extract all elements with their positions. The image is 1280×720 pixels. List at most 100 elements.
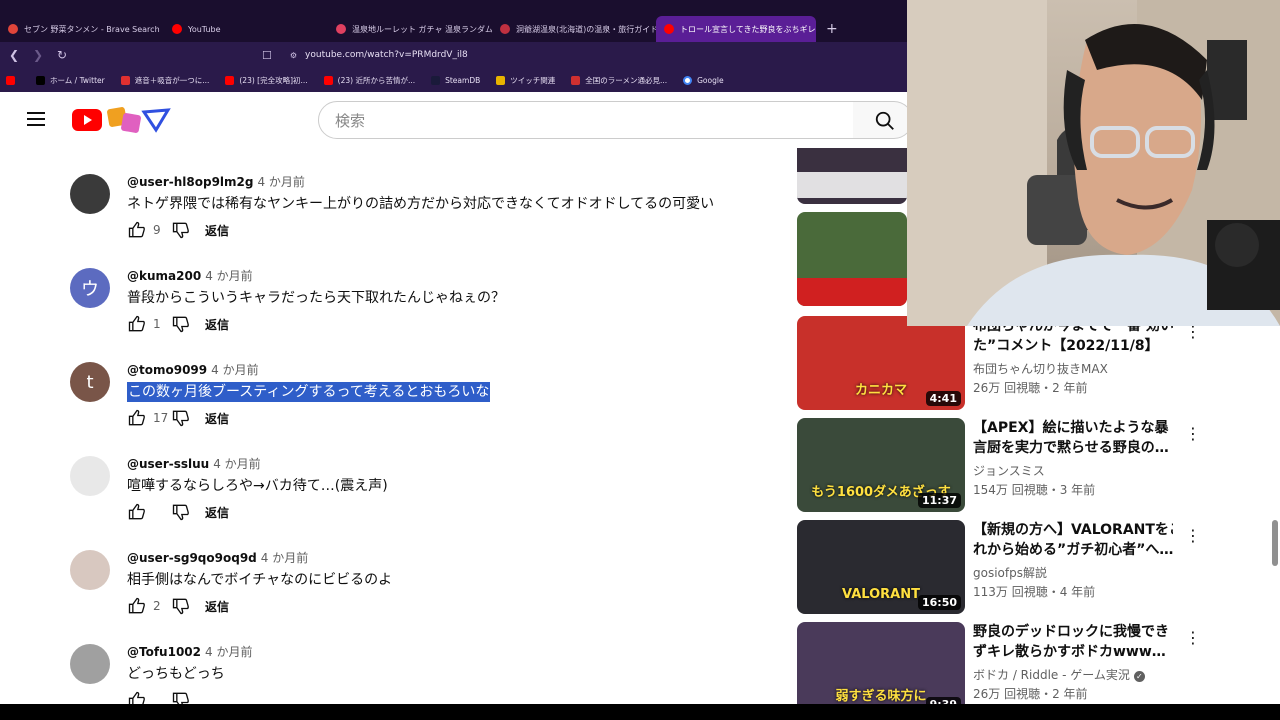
video-title-line1[interactable]: 野良のデッドロックに我慢でき [973, 622, 1173, 642]
video-title-line1[interactable]: 【APEX】絵に描いたような暴 [973, 418, 1173, 438]
commenter-avatar[interactable]: t [70, 362, 110, 402]
comment-time[interactable]: 4 か月前 [213, 457, 260, 471]
forward-icon[interactable]: ❯ [28, 48, 48, 62]
video-title-line2[interactable]: ずキレ散らかすボドカwww… [973, 642, 1173, 662]
video-duration: 4:41 [925, 391, 961, 406]
more-actions-icon[interactable]: ⋮ [1185, 526, 1201, 545]
like-icon[interactable] [127, 596, 147, 616]
reply-button[interactable]: 返信 [205, 598, 229, 615]
comment-time[interactable]: 4 か月前 [205, 645, 252, 659]
related-video-partial-1[interactable] [797, 148, 907, 204]
comment-author[interactable]: @user-ssluu [127, 457, 209, 471]
bookmark-google[interactable]: Google [683, 75, 724, 85]
bottom-black-bar [0, 704, 1280, 720]
video-channel[interactable]: gosiofps解説 [973, 564, 1173, 581]
tab-active-video[interactable]: トロール宣言してきた野良をぶちギレ ✕ [656, 16, 816, 42]
youtube-logo[interactable] [72, 106, 172, 134]
search-input[interactable]: 検索 [318, 101, 854, 139]
like-icon[interactable] [127, 314, 147, 334]
related-video-partial-2[interactable] [797, 212, 907, 306]
like-icon[interactable] [127, 220, 147, 240]
channel-name[interactable]: ボドカ / Riddle - ゲーム実況 [973, 668, 1130, 682]
site-settings-icon[interactable]: ⚙ [290, 51, 297, 60]
like-icon[interactable] [127, 502, 147, 522]
comment-actions: 2 返信 [127, 594, 229, 618]
bookmark-video-2[interactable]: (23) 近所から苦情が... [323, 75, 415, 86]
video-channel[interactable]: 布団ちゃん切り抜きMAX [973, 360, 1173, 377]
comment-time[interactable]: 4 か月前 [257, 175, 304, 189]
comment-author[interactable]: @Tofu1002 [127, 645, 201, 659]
related-video-item[interactable]: もう1600ダメあざっす 11:37 【APEX】絵に描いたような暴 言厨を実力で黙ら… [797, 418, 1217, 512]
video-title-line2[interactable]: た”コメント【2022/11/8】 [973, 336, 1173, 356]
hamburger-menu-icon[interactable] [27, 112, 45, 126]
video-channel[interactable]: ボドカ / Riddle - ゲーム実況 ✓ [973, 666, 1173, 683]
dislike-icon[interactable] [171, 502, 191, 522]
channel-name[interactable]: ジョンスミス [973, 464, 1045, 478]
video-thumbnail[interactable]: 弱すぎる味方に9:39 [797, 622, 965, 716]
commenter-avatar[interactable] [70, 644, 110, 684]
comment-author[interactable]: @user-hl8op9lm2g [127, 175, 253, 189]
bookmark-soundproof[interactable]: 遮音＋吸音が一つに... [120, 75, 209, 86]
youtube-favicon-icon [172, 24, 182, 34]
video-title-line1[interactable]: 【新規の方へ】VALORANTをこ [973, 520, 1173, 540]
video-title-line2[interactable]: 言厨を実力で黙らせる野良の… [973, 438, 1173, 458]
dislike-icon[interactable] [171, 408, 191, 428]
tab-label: セブン 野菜タンメン - Brave Search [24, 24, 160, 34]
video-thumbnail[interactable]: VALORANT 16:50 [797, 520, 965, 614]
tab-youtube[interactable]: YouTube [164, 16, 328, 42]
steamdb-favicon-icon [431, 75, 441, 85]
commenter-avatar[interactable] [70, 174, 110, 214]
comment-author[interactable]: @user-sg9qo9oq9d [127, 551, 257, 565]
bookmark-ramen[interactable]: 全国のラーメン通必見... [571, 75, 667, 86]
dislike-icon[interactable] [171, 314, 191, 334]
more-actions-icon[interactable]: ⋮ [1185, 424, 1201, 443]
like-icon[interactable] [127, 408, 147, 428]
video-title-line2[interactable]: れから始める”ガチ初心者”へ… [973, 540, 1173, 560]
comment-text: 相手側はなんでボイチャなのにビビるのよ [127, 572, 393, 588]
commenter-avatar[interactable]: ウ [70, 268, 110, 308]
commenter-avatar[interactable] [70, 456, 110, 496]
bookmark-icon[interactable]: ☐ [262, 49, 272, 62]
bookmark-steamdb[interactable]: SteamDB [431, 75, 480, 85]
address-bar: ❮ ❯ ↻ ☐ ⚙ youtube.com/watch?v=PRMdrdV_il… [0, 42, 907, 68]
new-tab-icon[interactable]: + [826, 21, 838, 37]
channel-name[interactable]: 布団ちゃん切り抜きMAX [973, 362, 1108, 376]
tab-toya-onsen[interactable]: 洞爺湖温泉(北海道)の温泉・旅行ガイド [492, 16, 656, 42]
bookmark-twitter[interactable]: ホーム / Twitter [36, 75, 105, 86]
page-scrollbar[interactable] [1272, 520, 1278, 566]
reply-button[interactable]: 返信 [205, 504, 229, 521]
comment-time[interactable]: 4 か月前 [211, 363, 258, 377]
video-channel[interactable]: ジョンスミス [973, 462, 1173, 479]
more-actions-icon[interactable]: ⋮ [1185, 628, 1201, 647]
reply-button[interactable]: 返信 [205, 222, 229, 239]
related-video-item[interactable]: カニカマ 4:41 布団ちゃんが今までで一番 効い た”コメント【2022/11/8】… [797, 316, 1217, 410]
google-icon [683, 75, 693, 85]
ramen-favicon-icon [571, 75, 581, 85]
video-thumbnail[interactable]: もう1600ダメあざっす 11:37 [797, 418, 965, 512]
reply-button[interactable]: 返信 [205, 410, 229, 427]
comment-meta: @user-sg9qo9oq9d 4 か月前 [127, 550, 392, 566]
search-button[interactable] [853, 101, 913, 139]
tab-onsen-roulette[interactable]: 温泉地ルーレット ガチャ 温泉ランダム表示 [328, 16, 492, 42]
bookmark-video-1[interactable]: (23) [完全攻略]初... [225, 75, 308, 86]
url-field[interactable]: ⚙ youtube.com/watch?v=PRMdrdV_il8 [290, 50, 468, 60]
commenter-avatar[interactable] [70, 550, 110, 590]
channel-name[interactable]: gosiofps解説 [973, 566, 1047, 580]
bookmark-youtube-shortcut[interactable] [6, 75, 20, 85]
reply-button[interactable]: 返信 [205, 316, 229, 333]
reload-icon[interactable]: ↻ [52, 48, 72, 62]
back-icon[interactable]: ❮ [4, 48, 24, 62]
like-count: 2 [153, 599, 161, 613]
related-video-item[interactable]: 弱すぎる味方に9:39 野良のデッドロックに我慢できずキレ散らかすボドカwww… ボ… [797, 622, 1217, 716]
dislike-icon[interactable] [171, 220, 191, 240]
bookmark-folder-twitch[interactable]: ツイッチ関連 [496, 75, 555, 86]
video-thumbnail[interactable]: カニカマ 4:41 [797, 316, 965, 410]
tab-brave-search[interactable]: セブン 野菜タンメン - Brave Search [0, 16, 164, 42]
dislike-icon[interactable] [171, 596, 191, 616]
url-text: youtube.com/watch?v=PRMdrdV_il8 [305, 50, 468, 60]
comment-time[interactable]: 4 か月前 [205, 269, 252, 283]
comment-author[interactable]: @kuma200 [127, 269, 201, 283]
related-video-item[interactable]: VALORANT 16:50 【新規の方へ】VALORANTをこ れから始める”ガチ初… [797, 520, 1217, 614]
comment-author[interactable]: @tomo9099 [127, 363, 207, 377]
comment-time[interactable]: 4 か月前 [261, 551, 308, 565]
